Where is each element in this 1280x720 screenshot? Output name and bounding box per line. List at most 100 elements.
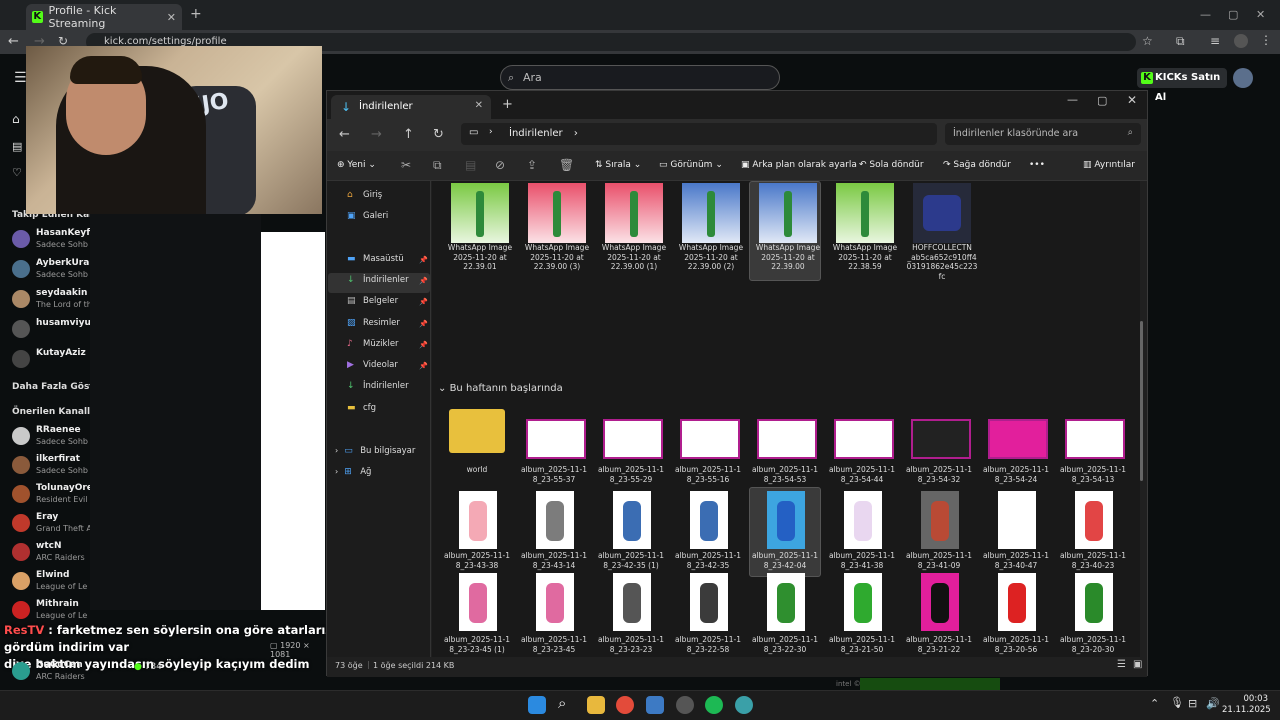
sort-button[interactable]: ⇅ Sırala ⌄ [595,160,641,170]
album-thumbnail[interactable] [844,573,882,631]
network-tray-icon[interactable]: ⊟ [1188,697,1197,710]
rotate-left-button[interactable]: ↶ Sola döndür [859,160,924,170]
album-thumbnail[interactable] [767,491,805,549]
explorer-back-icon[interactable]: ← [339,127,350,142]
nav-documents[interactable]: ▤ Belgeler [347,296,398,306]
bottom-channel[interactable]: GuGuCan ARC Raiders ● 734 [12,660,172,686]
album-thumbnail[interactable] [690,573,728,631]
album-thumbnail[interactable] [757,419,817,459]
new-tab-icon[interactable]: + [190,6,202,22]
maximize-icon[interactable]: ▢ [1228,8,1238,21]
album-thumbnail[interactable] [690,491,728,549]
album-thumbnail[interactable] [834,419,894,459]
sidebar-channel[interactable]: KutayAziz [12,348,92,372]
thumbnail-view-icon[interactable]: ▣ [1133,659,1142,670]
hamburger-icon[interactable]: ☰ [14,70,27,86]
copy-icon[interactable]: ⧉ [433,158,442,173]
album-thumbnail[interactable] [767,573,805,631]
user-avatar[interactable] [1233,68,1253,88]
nav-cfg[interactable]: ▬ cfg [347,403,376,413]
album-thumbnail[interactable] [613,573,651,631]
microphone-icon[interactable]: 🎙 [1170,696,1184,709]
album-thumbnail[interactable] [459,573,497,631]
details-button[interactable]: ▥ Ayrıntılar [1083,160,1135,170]
new-button[interactable]: ⊕ Yeni ⌄ [337,160,376,170]
close-tab-icon[interactable]: ✕ [167,11,176,24]
explorer-minimize-icon[interactable]: — [1067,93,1078,106]
media-icon[interactable]: ≡ [1210,34,1220,48]
profile-avatar-icon[interactable] [1234,34,1248,48]
start-icon[interactable] [528,696,546,714]
more-options-icon[interactable]: ••• [1029,160,1045,170]
taskbar-clock[interactable]: 00:03 21.11.2025 [1222,694,1271,716]
album-thumbnail[interactable] [911,419,971,459]
explorer-search-input[interactable]: İndirilenler klasöründe ara ⌕ [945,123,1141,145]
album-thumbnail[interactable] [921,491,959,549]
browse-icon[interactable]: ▤ [12,140,22,153]
album-thumbnail[interactable] [603,419,663,459]
album-thumbnail[interactable] [536,491,574,549]
zip-folder-icon[interactable] [449,409,505,453]
sidebar-channel[interactable]: wtcN ARC Raiders [12,541,92,565]
nav-downloads[interactable]: ↓ İndirilenler [347,275,409,285]
album-thumbnail[interactable] [844,491,882,549]
sidebar-channel[interactable]: Eray Grand Theft A [12,512,92,536]
nav-pictures[interactable]: ▨ Resimler [347,318,400,328]
taskbar-search-icon[interactable]: ⌕ [558,694,566,712]
home-icon[interactable]: ⌂ [12,112,20,126]
explorer-maximize-icon[interactable]: ▢ [1097,94,1107,107]
album-thumbnail[interactable] [536,573,574,631]
view-button[interactable]: ▭ Görünüm ⌄ [659,160,723,170]
close-window-icon[interactable]: ✕ [1256,8,1265,21]
album-thumbnail[interactable] [1065,419,1125,459]
sidebar-channel[interactable]: ilkerfirat Sadece Sohb [12,454,92,478]
sidebar-channel[interactable]: Elwind League of Le [12,570,92,594]
nav-music[interactable]: ♪ Müzikler [347,339,399,349]
explorer-tab[interactable]: ↓ İndirilenler ✕ [331,95,491,119]
kick-search-input[interactable]: ⌕ Ara [500,65,780,90]
close-explorer-tab-icon[interactable]: ✕ [475,100,483,111]
nav-desktop[interactable]: ▬ Masaüstü [347,254,404,264]
explorer-up-icon[interactable]: ↑ [403,127,414,142]
image-thumbnail[interactable] [836,183,894,243]
tray-chevron-icon[interactable]: ⌃ [1150,697,1159,710]
album-thumbnail[interactable] [988,419,1048,459]
album-thumbnail[interactable] [680,419,740,459]
sidebar-channel[interactable]: TolunayOre Resident Evil [12,483,93,507]
nav-home[interactable]: ⌂ Giriş [347,190,382,200]
minimize-icon[interactable]: — [1200,8,1211,21]
explorer-refresh-icon[interactable]: ↻ [433,127,444,142]
nav-videos[interactable]: ▶ Videolar [347,360,398,370]
sidebar-channel[interactable]: AyberkUral Sadece Sohb [12,258,92,282]
album-thumbnail[interactable] [1075,491,1113,549]
extensions-icon[interactable]: ⧉ [1176,34,1185,49]
image-thumbnail[interactable] [605,183,663,243]
browser-taskbar-icon[interactable] [735,696,753,714]
sidebar-channel[interactable]: husamviyu [12,318,92,342]
explorer-close-icon[interactable]: ✕ [1127,93,1137,107]
sidebar-channel[interactable]: HasanKeyf Sadece Sohb [12,228,92,252]
album-thumbnail[interactable] [526,419,586,459]
details-view-icon[interactable]: ☰ [1117,659,1126,670]
cut-icon[interactable]: ✂ [401,158,411,172]
following-heart-icon[interactable]: ♡ [12,166,22,179]
paste-icon[interactable]: ▤ [465,158,476,172]
kicks-buy-button[interactable]: K KICKs Satın Al [1137,68,1227,103]
album-thumbnail[interactable] [921,573,959,631]
bookmark-star-icon[interactable]: ☆ [1142,34,1153,48]
rotate-right-button[interactable]: ↷ Sağa döndür [943,160,1011,170]
spotify-taskbar-icon[interactable] [705,696,723,714]
album-thumbnail[interactable] [1075,573,1113,631]
volume-icon[interactable]: 🔊 [1206,697,1220,710]
menu-dots-icon[interactable]: ⋮ [1260,33,1272,47]
delete-icon[interactable]: 🗑 [559,158,574,172]
nav-network[interactable]: › ⊞ Ağ [335,467,371,477]
nav-gallery[interactable]: ▣ Galeri [347,211,388,221]
album-thumbnail[interactable] [998,491,1036,549]
explorer-scrollbar[interactable] [1140,321,1143,481]
sidebar-channel[interactable]: seydaakin The Lord of th [12,288,92,312]
image-thumbnail[interactable] [682,183,740,243]
sidebar-channel[interactable]: RRaenee Sadece Sohb [12,425,92,449]
album-thumbnail[interactable] [613,491,651,549]
file-explorer-taskbar-icon[interactable] [587,696,605,714]
